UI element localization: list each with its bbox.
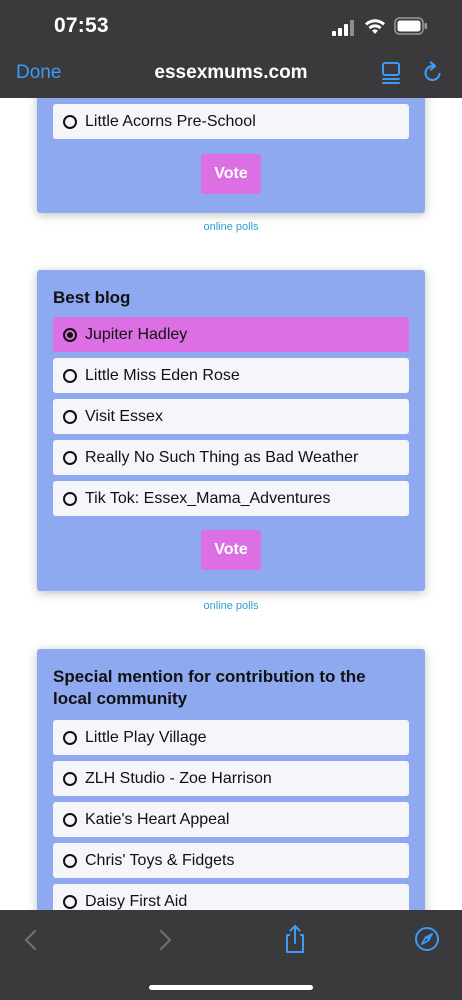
wifi-icon <box>365 19 385 34</box>
poll-option[interactable]: Little Miss Eden Rose <box>53 358 409 393</box>
poll-option[interactable]: Katie's Heart Appeal <box>53 802 409 837</box>
radio-button-icon[interactable] <box>63 327 77 342</box>
poll-option[interactable]: Chris' Toys & Fidgets <box>53 843 409 878</box>
option-label: Daisy First Aid <box>85 892 188 910</box>
forward-chevron-icon[interactable] <box>156 928 174 952</box>
option-label: Little Play Village <box>85 728 207 746</box>
option-label: Katie's Heart Appeal <box>85 810 230 828</box>
back-chevron-icon[interactable] <box>22 928 40 952</box>
status-bar: 07:53 <box>0 0 462 54</box>
poll-option[interactable]: Little Acorns Pre-School <box>53 104 409 139</box>
radio-button-icon[interactable] <box>63 730 77 745</box>
poll-option[interactable]: Really No Such Thing as Bad Weather <box>53 440 409 475</box>
status-time: 07:53 <box>54 14 109 37</box>
poll-option[interactable]: Jupiter Hadley <box>53 317 409 352</box>
option-label: Chris' Toys & Fidgets <box>85 851 235 869</box>
web-page-content: Little Acorns Pre-School Vote online pol… <box>0 98 462 910</box>
poll-title-line: Special mention for contribution to the <box>53 667 366 686</box>
option-label: ZLH Studio - Zoe Harrison <box>85 769 272 787</box>
online-polls-link[interactable]: online polls <box>0 221 462 233</box>
vote-button[interactable]: Vote <box>201 154 261 194</box>
reader-mode-icon[interactable] <box>380 61 402 85</box>
poll-option[interactable]: ZLH Studio - Zoe Harrison <box>53 761 409 796</box>
poll-option[interactable]: Daisy First Aid <box>53 884 409 910</box>
poll-card-preschool: Little Acorns Pre-School Vote <box>37 98 425 213</box>
battery-icon <box>394 17 427 35</box>
browser-top-chrome: 07:53 Done essexmums.com <box>0 0 462 98</box>
radio-button-icon[interactable] <box>63 853 77 868</box>
radio-button-icon[interactable] <box>63 368 77 383</box>
share-icon[interactable] <box>282 924 308 954</box>
radio-button-icon[interactable] <box>63 114 77 129</box>
radio-button-icon[interactable] <box>63 771 77 786</box>
poll-title-line: local community <box>53 689 188 708</box>
poll-title: Best blog <box>53 288 131 307</box>
reload-icon[interactable] <box>422 61 444 85</box>
radio-button-icon[interactable] <box>63 812 77 827</box>
option-label: Little Acorns Pre-School <box>85 112 256 130</box>
browser-nav-bar: Done essexmums.com <box>0 54 462 98</box>
home-indicator[interactable] <box>149 985 313 990</box>
option-label: Little Miss Eden Rose <box>85 366 240 384</box>
option-label: Tik Tok: Essex_Mama_Adventures <box>85 489 331 507</box>
poll-card-special-mention: Special mention for contribution to the … <box>37 649 425 910</box>
radio-button-icon[interactable] <box>63 409 77 424</box>
option-label: Really No Such Thing as Bad Weather <box>85 448 359 466</box>
poll-option[interactable]: Tik Tok: Essex_Mama_Adventures <box>53 481 409 516</box>
radio-button-icon[interactable] <box>63 491 77 506</box>
option-label: Visit Essex <box>85 407 163 425</box>
online-polls-link[interactable]: online polls <box>0 600 462 612</box>
option-label: Jupiter Hadley <box>85 325 188 343</box>
poll-card-best-blog: Best blog Jupiter Hadley Little Miss Ede… <box>37 270 425 591</box>
poll-title: Special mention for contribution to the … <box>53 666 409 710</box>
poll-option[interactable]: Visit Essex <box>53 399 409 434</box>
radio-button-icon[interactable] <box>63 894 77 909</box>
vote-button[interactable]: Vote <box>201 530 261 570</box>
compass-icon[interactable] <box>414 926 440 952</box>
radio-button-icon[interactable] <box>63 450 77 465</box>
poll-option[interactable]: Little Play Village <box>53 720 409 755</box>
cellular-signal-icon <box>332 20 354 36</box>
